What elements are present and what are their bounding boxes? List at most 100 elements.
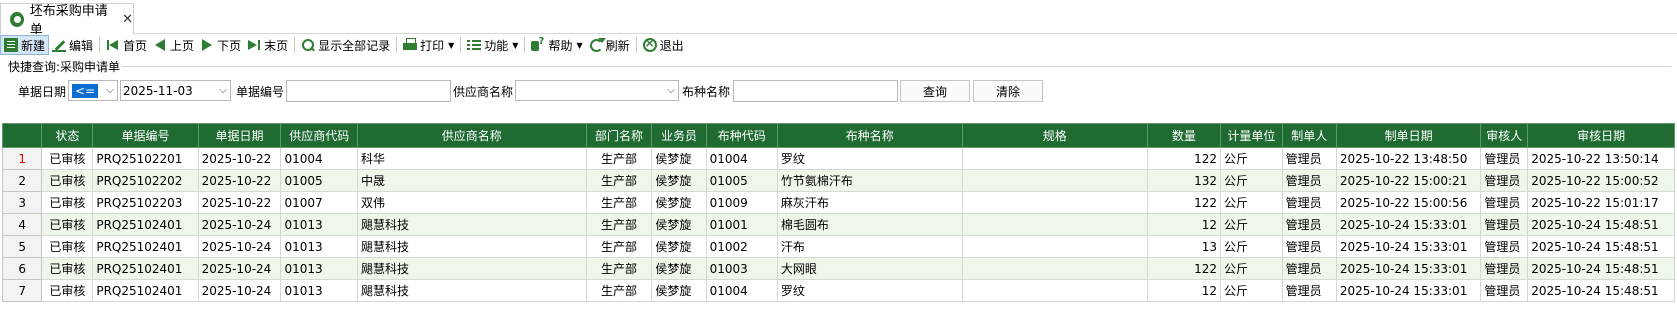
column-header[interactable]: 部门名称 <box>585 123 653 148</box>
table-cell[interactable]: 管理员 <box>1480 147 1529 170</box>
table-cell[interactable] <box>961 169 1148 192</box>
edit-button[interactable]: 编辑 <box>49 35 96 55</box>
table-cell[interactable]: 生产部 <box>585 169 653 192</box>
table-cell[interactable]: 生产部 <box>585 147 653 170</box>
supplier-select[interactable]: ⌵ <box>515 80 679 101</box>
column-header[interactable]: 数量 <box>1146 123 1222 148</box>
table-cell[interactable]: PRQ25102201 <box>92 147 199 170</box>
table-cell[interactable]: 122 <box>1146 147 1222 170</box>
table-cell[interactable]: 飓慧科技 <box>357 257 587 280</box>
table-cell[interactable]: 科华 <box>357 147 587 170</box>
table-cell[interactable]: 2025-10-24 <box>197 257 282 280</box>
table-cell[interactable]: 2025-10-24 <box>197 235 282 258</box>
column-header[interactable]: 规格 <box>961 123 1148 148</box>
column-header[interactable]: 制单人 <box>1281 123 1337 148</box>
table-cell[interactable]: 管理员 <box>1480 235 1529 258</box>
table-cell[interactable]: 侯梦旋 <box>651 191 707 214</box>
table-cell[interactable]: 已审核 <box>41 279 94 302</box>
table-cell[interactable]: 01004 <box>705 279 778 302</box>
row-number[interactable]: 5 <box>1 235 43 258</box>
table-cell[interactable] <box>961 213 1148 236</box>
table-cell[interactable]: 生产部 <box>585 191 653 214</box>
table-cell[interactable]: 公斤 <box>1220 169 1283 192</box>
table-cell[interactable]: 管理员 <box>1281 191 1337 214</box>
table-cell[interactable]: 已审核 <box>41 213 94 236</box>
new-button[interactable]: 新建 <box>0 35 50 55</box>
table-cell[interactable]: PRQ25102202 <box>92 169 199 192</box>
column-header[interactable]: 布种名称 <box>776 123 963 148</box>
table-row[interactable]: 6 已审核 PRQ25102401 2025-10-24 01013 飓慧科技 生产部 侯梦旋… <box>1 257 1675 280</box>
table-cell[interactable]: 大网眼 <box>776 257 963 280</box>
row-number[interactable]: 1 <box>1 147 43 170</box>
table-cell[interactable]: 01001 <box>705 213 778 236</box>
table-cell[interactable]: 01005 <box>280 169 358 192</box>
row-number[interactable]: 3 <box>1 191 43 214</box>
table-cell[interactable]: 管理员 <box>1480 191 1529 214</box>
table-cell[interactable]: 公斤 <box>1220 235 1283 258</box>
refresh-button[interactable]: 刷新 <box>586 35 633 55</box>
table-cell[interactable]: 2025-10-24 15:33:01 <box>1335 257 1482 280</box>
table-cell[interactable]: 罗纹 <box>776 147 963 170</box>
table-cell[interactable]: 12 <box>1146 279 1222 302</box>
table-cell[interactable]: 公斤 <box>1220 213 1283 236</box>
table-cell[interactable]: 飓慧科技 <box>357 213 587 236</box>
table-cell[interactable]: PRQ25102401 <box>92 257 199 280</box>
table-cell[interactable]: 管理员 <box>1480 257 1529 280</box>
show-all-button[interactable]: 显示全部记录 <box>298 35 393 55</box>
table-cell[interactable]: 01013 <box>280 213 358 236</box>
table-cell[interactable]: 生产部 <box>585 257 653 280</box>
next-page-button[interactable]: 下页 <box>197 35 244 55</box>
table-cell[interactable]: 管理员 <box>1281 235 1337 258</box>
table-cell[interactable]: 2025-10-24 15:48:51 <box>1527 257 1675 280</box>
date-picker[interactable]: 2025-11-03 ⌵ <box>120 80 231 101</box>
table-cell[interactable]: 侯梦旋 <box>651 257 707 280</box>
exit-button[interactable]: 退出 <box>640 35 687 55</box>
table-cell[interactable]: 2025-10-24 <box>197 279 282 302</box>
table-cell[interactable]: PRQ25102401 <box>92 235 199 258</box>
table-row[interactable]: 3 已审核 PRQ25102203 2025-10-22 01007 双伟 生产部 侯梦旋 01… <box>1 191 1675 214</box>
table-cell[interactable]: 侯梦旋 <box>651 169 707 192</box>
table-cell[interactable]: 01003 <box>705 257 778 280</box>
table-cell[interactable]: 2025-10-24 15:33:01 <box>1335 279 1482 302</box>
table-cell[interactable]: 公斤 <box>1220 257 1283 280</box>
table-cell[interactable]: 棉毛圆布 <box>776 213 963 236</box>
column-header[interactable]: 布种代码 <box>705 123 778 148</box>
table-row[interactable]: 7 已审核 PRQ25102401 2025-10-24 01013 飓慧科技 生产部 侯梦旋… <box>1 279 1675 302</box>
table-cell[interactable] <box>961 147 1148 170</box>
table-cell[interactable] <box>961 191 1148 214</box>
table-cell[interactable]: 管理员 <box>1480 213 1529 236</box>
table-cell[interactable]: 2025-10-22 15:01:17 <box>1527 191 1675 214</box>
table-cell[interactable]: 2025-10-24 <box>197 213 282 236</box>
table-cell[interactable]: 2025-10-24 15:48:51 <box>1527 235 1675 258</box>
table-cell[interactable]: 飓慧科技 <box>357 279 587 302</box>
table-cell[interactable]: 公斤 <box>1220 191 1283 214</box>
table-row[interactable]: 4 已审核 PRQ25102401 2025-10-24 01013 飓慧科技 生产部 侯梦旋… <box>1 213 1675 236</box>
table-cell[interactable]: 侯梦旋 <box>651 213 707 236</box>
column-header[interactable]: 制单日期 <box>1335 123 1482 148</box>
table-cell[interactable]: PRQ25102401 <box>92 279 199 302</box>
table-cell[interactable]: 2025-10-22 13:50:14 <box>1527 147 1675 170</box>
functions-button[interactable]: 功能 ▼ <box>464 35 521 55</box>
table-cell[interactable]: 飓慧科技 <box>357 235 587 258</box>
fabric-input[interactable] <box>733 80 898 102</box>
table-cell[interactable]: 生产部 <box>585 279 653 302</box>
row-number[interactable]: 6 <box>1 257 43 280</box>
table-cell[interactable]: 汗布 <box>776 235 963 258</box>
table-cell[interactable]: 竹节氨棉汗布 <box>776 169 963 192</box>
table-cell[interactable]: 01013 <box>280 279 358 302</box>
row-number[interactable]: 4 <box>1 213 43 236</box>
table-cell[interactable]: 01004 <box>705 147 778 170</box>
table-cell[interactable]: PRQ25102401 <box>92 213 199 236</box>
table-cell[interactable]: 13 <box>1146 235 1222 258</box>
table-cell[interactable]: 132 <box>1146 169 1222 192</box>
table-cell[interactable] <box>961 279 1148 302</box>
doc-no-input[interactable] <box>286 80 451 102</box>
tab-purchase-request[interactable]: 坯布采购申请单 ✕ <box>0 3 134 38</box>
table-cell[interactable]: 122 <box>1146 191 1222 214</box>
table-cell[interactable]: 01013 <box>280 235 358 258</box>
row-number[interactable]: 2 <box>1 169 43 192</box>
table-cell[interactable]: 罗纹 <box>776 279 963 302</box>
clear-button[interactable]: 清除 <box>973 80 1043 102</box>
table-cell[interactable]: 12 <box>1146 213 1222 236</box>
table-row[interactable]: 1 已审核 PRQ25102201 2025-10-22 01004 科华 生产部 侯梦旋 01… <box>1 147 1675 170</box>
